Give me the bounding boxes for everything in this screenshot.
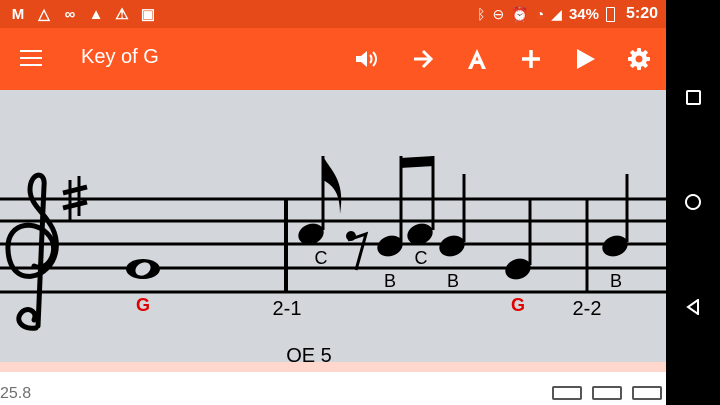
image-icon: ▣ [140, 6, 156, 23]
eighth-rest [346, 231, 369, 271]
signal-icon: ◢ [551, 5, 562, 22]
note-label: C [415, 248, 428, 268]
slot-icon [592, 386, 622, 400]
do-not-disturb-icon: ⊖ [492, 5, 505, 22]
recents-icon[interactable] [666, 77, 720, 117]
font-a-icon[interactable] [462, 45, 492, 73]
bottom-bar: 25.8 [0, 372, 666, 405]
note-label: G [511, 295, 525, 315]
battery-percentage: 34% [568, 5, 599, 23]
score-area: G C B C B G B 2-1 2-2 QE 5 [0, 90, 666, 362]
back-icon[interactable] [666, 287, 720, 327]
arrow-forward-icon[interactable] [408, 45, 438, 73]
tempo-value: 25.8 [0, 385, 32, 402]
app-title: Key of G [81, 46, 159, 68]
note-label: B [384, 271, 396, 291]
note-label: B [447, 271, 459, 291]
status-time: 5:20 [625, 5, 658, 22]
note-label: C [315, 248, 328, 268]
bluetooth-icon: ᛒ [477, 6, 486, 22]
settings-icon[interactable] [624, 45, 654, 73]
navigation-icon: ▲ [88, 5, 104, 23]
quarter-note [505, 200, 532, 280]
measure-label: 2-2 [573, 298, 602, 320]
home-icon[interactable] [666, 182, 720, 222]
staff-lines [0, 197, 666, 294]
quarter-note [602, 174, 629, 257]
notification-icons: M △ ∞ ▲ ⚠ ▣ [10, 0, 156, 28]
eighth-note [298, 156, 342, 245]
add-icon[interactable] [516, 45, 546, 73]
slot-icon [552, 386, 582, 400]
navigation-bar [666, 0, 720, 405]
menu-icon[interactable] [20, 50, 42, 68]
slot-icon [632, 386, 662, 400]
play-icon[interactable] [570, 45, 600, 73]
voicemail-icon: ∞ [64, 5, 76, 23]
note-label: G [136, 295, 150, 315]
drive-icon: △ [38, 6, 50, 23]
alarm-icon: ⏰ [511, 5, 529, 22]
quarter-note [439, 174, 466, 257]
gmail-icon: M [11, 5, 25, 23]
music-staff: G C B C B G B 2-1 2-2 QE 5 [0, 156, 666, 362]
lesson-label: QE 5 [286, 345, 332, 362]
warning-icon: ⚠ [115, 6, 129, 23]
progress-strip [0, 362, 666, 372]
status-bar: M △ ∞ ▲ ⚠ ▣ ᛒ ⊖ ⏰ ◔ ◢ 34% 5:20 [0, 0, 666, 28]
wifi-icon: ◔ [535, 6, 545, 22]
system-icons: ᛒ ⊖ ⏰ ◔ ◢ 34% 5:20 [477, 0, 658, 28]
app-bar: Key of G [0, 28, 666, 90]
battery-icon [605, 6, 615, 22]
volume-icon[interactable] [352, 45, 382, 73]
note-label: B [610, 271, 622, 291]
measure-label: 2-1 [273, 298, 302, 320]
